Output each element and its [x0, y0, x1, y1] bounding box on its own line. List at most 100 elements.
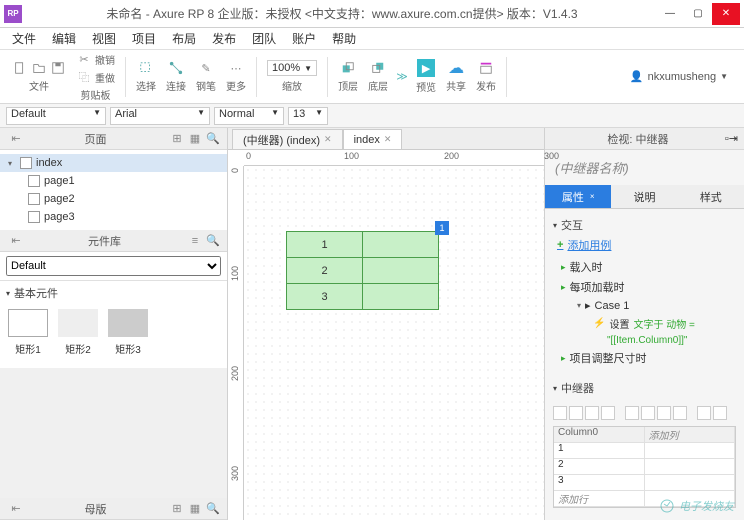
- close-button[interactable]: ✕: [712, 3, 740, 25]
- widget-name-input[interactable]: (中继器名称): [545, 150, 744, 185]
- dataset-cell[interactable]: 3: [554, 475, 645, 491]
- save-icon[interactable]: [50, 60, 66, 76]
- add-case-link[interactable]: +添加用例: [557, 237, 736, 253]
- shape-rect1[interactable]: 矩形1: [8, 309, 48, 356]
- repeater-cell[interactable]: [363, 232, 439, 258]
- toolbar-clipboard-label: 剪贴板: [81, 87, 111, 102]
- ds-btn[interactable]: [569, 406, 583, 420]
- tree-expand-icon[interactable]: ▾: [577, 301, 581, 310]
- chevron-down-icon[interactable]: ▾: [553, 384, 557, 393]
- add-master-icon[interactable]: ⊞: [169, 501, 185, 517]
- menu-team[interactable]: 团队: [246, 28, 282, 49]
- ds-btn[interactable]: [553, 406, 567, 420]
- toolbar-file-group: 文件: [8, 60, 70, 93]
- dataset-add-col[interactable]: 添加列: [645, 427, 736, 443]
- chevron-down-icon[interactable]: ▾: [553, 221, 557, 230]
- event-onload[interactable]: ▸载入时: [561, 257, 736, 277]
- repeater-cell[interactable]: 1: [287, 232, 363, 258]
- search-icon[interactable]: 🔍: [205, 501, 221, 517]
- toolbar-connect-group[interactable]: 连接: [162, 60, 190, 93]
- ds-btn[interactable]: [713, 406, 727, 420]
- panel-collapse-icon[interactable]: ⇥: [729, 132, 738, 145]
- tab-repeater[interactable]: (中继器) (index)✕: [232, 129, 343, 149]
- weight-select[interactable]: Normal ▼: [214, 107, 284, 125]
- repeater-cell[interactable]: 2: [287, 258, 363, 284]
- add-folder-icon[interactable]: ▦: [187, 131, 203, 147]
- toolbar-publish-group[interactable]: 发布: [472, 60, 500, 93]
- ds-btn[interactable]: [625, 406, 639, 420]
- ds-btn[interactable]: [641, 406, 655, 420]
- menu-publish[interactable]: 发布: [206, 28, 242, 49]
- toolbar-share-group[interactable]: ☁ 共享: [442, 60, 470, 93]
- toolbar-top-group[interactable]: 顶层: [334, 60, 362, 93]
- tree-expand-icon[interactable]: ▾: [8, 159, 16, 168]
- close-icon[interactable]: ✕: [384, 134, 392, 145]
- menu-help[interactable]: 帮助: [326, 28, 362, 49]
- ds-btn[interactable]: [657, 406, 671, 420]
- tree-node-index[interactable]: ▾ index: [0, 154, 227, 172]
- menu-edit[interactable]: 编辑: [46, 28, 82, 49]
- maximize-button[interactable]: ▢: [684, 3, 712, 25]
- ds-btn[interactable]: [697, 406, 711, 420]
- toolbar-preview-group[interactable]: ▶ 预览: [412, 59, 440, 94]
- event-onitemload[interactable]: ▸每项加载时: [561, 277, 736, 297]
- action-set-text[interactable]: ⚡ 设置 文字于 动物 =: [593, 314, 736, 333]
- shape-rect3[interactable]: 矩形3: [108, 309, 148, 356]
- tab-notes[interactable]: 说明: [611, 185, 677, 208]
- search-icon[interactable]: 🔍: [205, 131, 221, 147]
- menu-file[interactable]: 文件: [6, 28, 42, 49]
- style-select[interactable]: Default ▼: [6, 107, 106, 125]
- library-select[interactable]: Default: [6, 256, 221, 276]
- menu-view[interactable]: 视图: [86, 28, 122, 49]
- toolbar-select-group[interactable]: 选择: [132, 60, 160, 93]
- canvas[interactable]: 1 1 2 3: [244, 166, 544, 520]
- repeater-cell[interactable]: [363, 284, 439, 310]
- font-select[interactable]: Arial ▼: [110, 107, 210, 125]
- menu-layout[interactable]: 布局: [166, 28, 202, 49]
- dataset-col-header[interactable]: Column0: [554, 427, 645, 443]
- toolbar-next-icon[interactable]: ≫: [394, 69, 410, 85]
- menu-account[interactable]: 账户: [286, 28, 322, 49]
- tab-index[interactable]: index✕: [343, 129, 403, 149]
- open-icon[interactable]: [31, 60, 47, 76]
- undo-button[interactable]: 撤销: [95, 52, 115, 67]
- toolbar-bottom-group[interactable]: 底层: [364, 60, 392, 93]
- menu-project[interactable]: 项目: [126, 28, 162, 49]
- search-icon[interactable]: 🔍: [205, 233, 221, 249]
- toolbar-more-group[interactable]: ⋯ 更多: [222, 60, 250, 93]
- panel-collapse-icon[interactable]: ⇤: [8, 501, 24, 517]
- redo-button[interactable]: 重做: [95, 70, 115, 85]
- copy-icon[interactable]: ⿻: [76, 69, 92, 85]
- tree-node-page2[interactable]: page2: [0, 190, 227, 208]
- toolbar-pen-group[interactable]: ✎ 钢笔: [192, 60, 220, 93]
- case-1[interactable]: ▾▸Case 1: [577, 297, 736, 314]
- shape-rect2[interactable]: 矩形2: [58, 309, 98, 356]
- tree-node-page3[interactable]: page3: [0, 208, 227, 226]
- repeater-widget[interactable]: 1 1 2 3: [286, 231, 439, 310]
- new-icon[interactable]: [12, 60, 28, 76]
- event-onresize[interactable]: ▸项目调整尺寸时: [561, 348, 736, 368]
- size-select[interactable]: 13 ▼: [288, 107, 328, 125]
- panel-collapse-icon[interactable]: ⇤: [8, 131, 24, 147]
- repeater-cell[interactable]: 3: [287, 284, 363, 310]
- dataset-cell[interactable]: 2: [554, 459, 645, 475]
- repeater-cell[interactable]: [363, 258, 439, 284]
- dataset-cell[interactable]: 1: [554, 443, 645, 459]
- close-icon[interactable]: ✕: [324, 134, 332, 145]
- ds-btn[interactable]: [585, 406, 599, 420]
- lib-menu-icon[interactable]: ≡: [187, 233, 203, 249]
- ds-btn[interactable]: [673, 406, 687, 420]
- tab-properties[interactable]: 属性×: [545, 185, 611, 208]
- tree-node-page1[interactable]: page1: [0, 172, 227, 190]
- chevron-down-icon[interactable]: ▾: [6, 289, 10, 298]
- cut-icon[interactable]: ✂: [76, 51, 92, 67]
- dataset-add-row[interactable]: 添加行: [554, 491, 645, 507]
- add-page-icon[interactable]: ⊞: [169, 131, 185, 147]
- panel-collapse-icon[interactable]: ⇤: [8, 233, 24, 249]
- ds-btn[interactable]: [601, 406, 615, 420]
- add-folder-icon[interactable]: ▦: [187, 501, 203, 517]
- user-menu[interactable]: 👤 nkxumusheng ▼: [630, 70, 736, 83]
- minimize-button[interactable]: —: [656, 3, 684, 25]
- zoom-input[interactable]: 100%▼: [267, 60, 317, 76]
- tab-style[interactable]: 样式: [678, 185, 744, 208]
